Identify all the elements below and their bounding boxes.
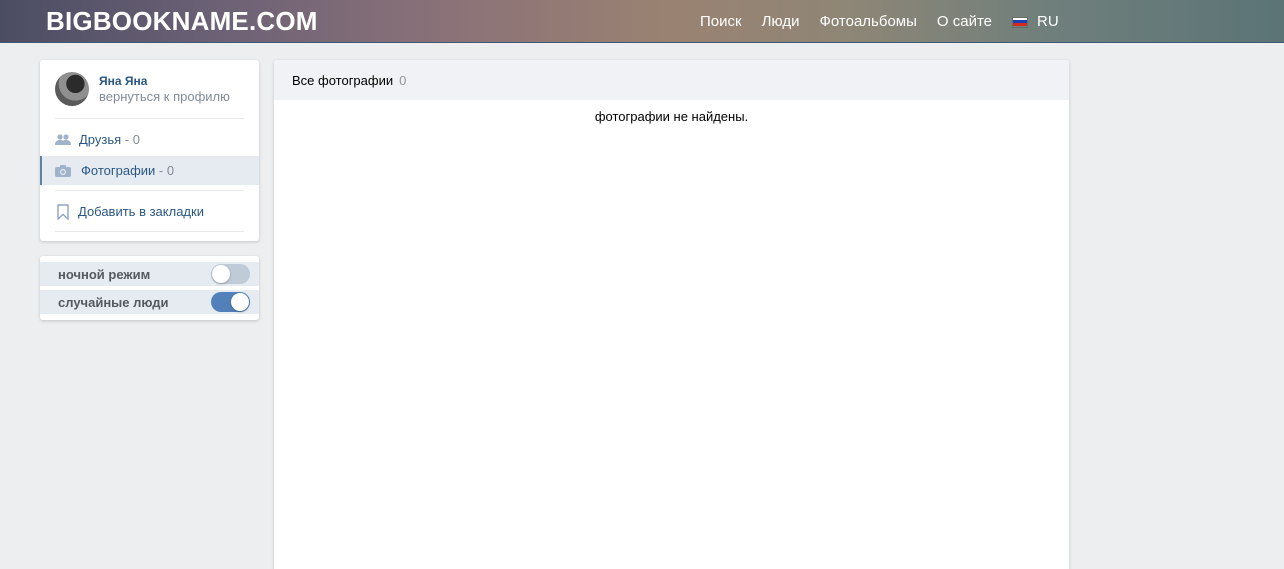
night-mode-toggle[interactable]: [211, 264, 250, 284]
tab-all-photos-count: 0: [399, 72, 407, 88]
nav-photo-albums[interactable]: Фотоальбомы: [819, 12, 916, 32]
menu-item-bookmark[interactable]: Добавить в закладки: [40, 197, 259, 226]
settings-card: ночной режим случайные люди: [40, 256, 259, 320]
random-people-toggle[interactable]: [211, 292, 250, 312]
profile-name[interactable]: Яна Яна: [99, 74, 147, 88]
avatar[interactable]: [55, 72, 89, 106]
nav-about[interactable]: О сайте: [937, 12, 992, 32]
photos-panel: Все фотографии 0 фотографии не найдены.: [274, 60, 1069, 569]
random-people-label: случайные люди: [58, 294, 169, 310]
language-selector[interactable]: RU: [1012, 12, 1059, 32]
divider: [55, 190, 244, 191]
language-label: RU: [1037, 13, 1059, 30]
nav-people[interactable]: Люди: [762, 12, 800, 32]
toggle-knob: [212, 265, 230, 283]
menu-label-friends: Друзья: [79, 132, 122, 147]
divider: [55, 118, 244, 119]
russia-flag-icon: [1012, 16, 1028, 28]
tab-all-photos[interactable]: Все фотографии: [292, 73, 393, 88]
camera-icon: [55, 164, 71, 178]
night-mode-label: ночной режим: [58, 266, 151, 282]
toggle-knob: [231, 293, 249, 311]
menu-item-friends[interactable]: Друзья - 0: [40, 125, 259, 154]
menu-count-friends: - 0: [121, 132, 140, 147]
top-nav: Поиск Люди Фотоальбомы О сайте RU: [700, 12, 1059, 32]
empty-state-message: фотографии не найдены.: [594, 109, 749, 124]
menu-count-photos: - 0: [155, 163, 175, 178]
site-logo[interactable]: BIGBOOKNAME.COM: [46, 6, 318, 36]
menu-item-photos[interactable]: Фотографии - 0: [40, 156, 259, 185]
nav-search[interactable]: Поиск: [700, 12, 742, 32]
night-mode-row: ночной режим: [40, 262, 259, 286]
menu-label-photos: Фотографии: [81, 163, 156, 178]
friends-icon: [55, 133, 71, 147]
profile-card: Яна Яна вернуться к профилю Друзья - 0 Ф…: [40, 60, 259, 241]
menu-label-bookmark: Добавить в закладки: [78, 204, 204, 219]
random-people-row: случайные люди: [40, 290, 259, 314]
back-to-profile-link[interactable]: вернуться к профилю: [99, 89, 230, 104]
divider: [55, 231, 244, 232]
photos-tab-bar: Все фотографии 0: [274, 60, 1069, 100]
bookmark-icon: [55, 203, 71, 220]
top-header: BIGBOOKNAME.COM Поиск Люди Фотоальбомы О…: [0, 0, 1284, 43]
